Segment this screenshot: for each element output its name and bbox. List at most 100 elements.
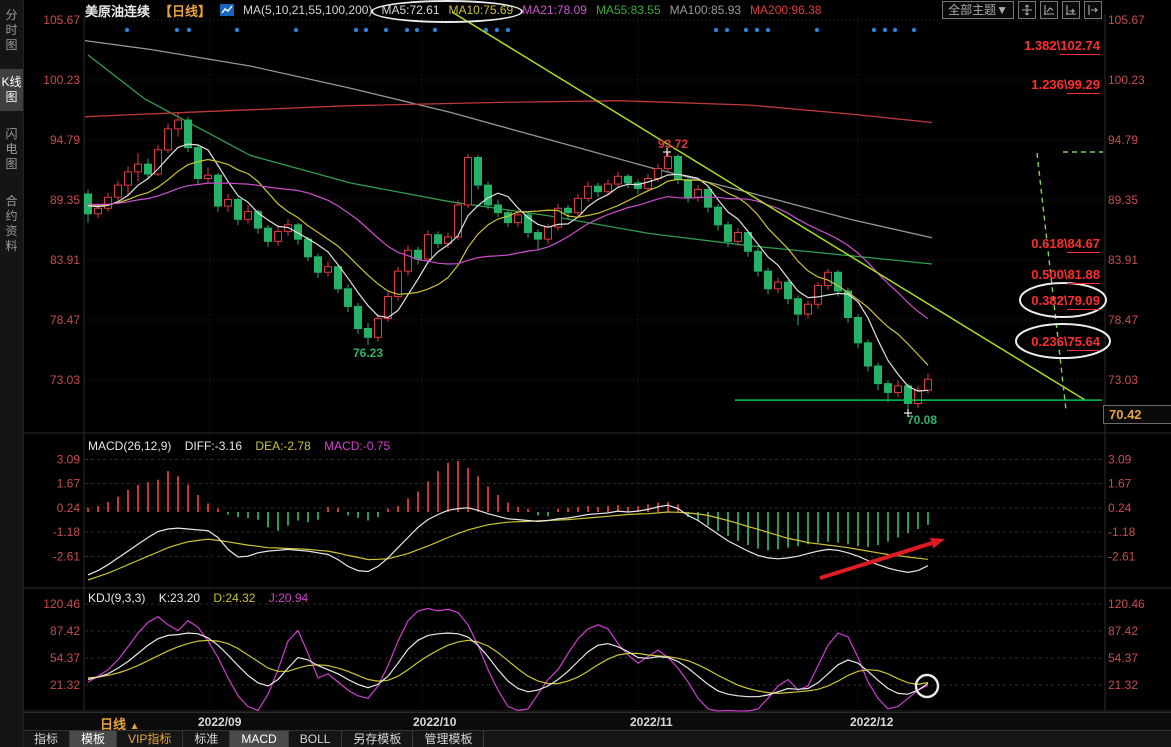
candle-body [585, 186, 592, 198]
x-tick-dec: 2022/12 [850, 715, 893, 729]
price-annotation: 93.72 [658, 137, 688, 151]
header-toolbar: 全部主题▼ [942, 1, 1102, 19]
candle-body [545, 227, 552, 239]
signal-dot [495, 28, 499, 32]
candle-body [705, 190, 712, 208]
candle-body [565, 208, 572, 212]
candle-body [915, 390, 922, 403]
signal-dot [893, 28, 897, 32]
tab-indicators[interactable]: 指标 [23, 731, 70, 747]
tab-templates[interactable]: 模板 [70, 731, 117, 747]
ma10-value: MA10:75.69 [449, 3, 514, 17]
kdj-axis-label-left: 120.46 [43, 597, 80, 611]
candle-body [375, 319, 382, 338]
candle-body [605, 184, 612, 192]
macd-axis-label-left: 0.24 [57, 501, 81, 515]
price-axis-label-left: 73.03 [50, 373, 80, 387]
candle-body [485, 185, 492, 205]
ma100-value: MA100:85.93 [670, 3, 741, 17]
theme-selector-button[interactable]: 全部主题▼ [942, 1, 1014, 19]
signal-dot [294, 28, 298, 32]
candle-body [205, 175, 212, 178]
fib-level-1382: 1.382\102.74 [1024, 38, 1100, 53]
x-tick-nov: 2022/11 [630, 715, 673, 729]
kdj-axis-label-left: 87.42 [50, 624, 80, 638]
signal-dot [364, 28, 368, 32]
fib-level-0382: 0.382\79.09 [1031, 293, 1100, 308]
tab-save-template[interactable]: 另存模板 [342, 731, 413, 747]
signal-dot [235, 28, 239, 32]
tab-boll[interactable]: BOLL [289, 731, 343, 747]
tab-macd[interactable]: MACD [230, 731, 288, 747]
sidebar-item-lightning-chart[interactable]: 闪电图 [0, 121, 23, 178]
candle-body [265, 228, 272, 241]
price-axis-label-left: 100.23 [43, 73, 80, 87]
candle-body [135, 164, 142, 172]
macd-axis-label-right: 0.24 [1108, 501, 1132, 515]
candle-body [805, 304, 812, 314]
price-axis-label-left: 83.91 [50, 253, 80, 267]
left-sidebar: 分时图 K线图 闪电图 合约资料 [0, 0, 24, 747]
tab-standard[interactable]: 标准 [183, 731, 230, 747]
candle-body [795, 299, 802, 314]
pan-right-icon[interactable] [1084, 1, 1102, 19]
candle-body [515, 215, 522, 223]
candle-body [755, 251, 762, 271]
kdj-panel-plot[interactable] [85, 592, 1105, 712]
candle-body [225, 199, 232, 206]
signal-dot [405, 28, 409, 32]
kdj-axis-label-right: 54.37 [1108, 651, 1138, 665]
candle-body [355, 306, 362, 328]
kdj-params[interactable]: KDJ(9,3,3) [88, 591, 145, 605]
last-price-tag: 70.42 [1103, 405, 1171, 424]
candle-body [775, 282, 782, 289]
price-annotation: 76.23 [353, 346, 383, 360]
macd-panel-header: MACD(26,12,9) DIFF:-3.16 DEA:-2.78 MACD:… [88, 439, 400, 453]
chart-canvas: 105.67105.67100.23100.2394.7994.7989.358… [0, 0, 1171, 747]
chart-type-icon[interactable] [220, 3, 234, 17]
candle-body [725, 225, 732, 242]
candle-body [345, 289, 352, 307]
candle-body [125, 172, 132, 185]
signal-dot [912, 28, 916, 32]
candle-body [245, 212, 252, 220]
signal-dot [506, 28, 510, 32]
price-axis-label-right: 94.79 [1108, 133, 1138, 147]
candle-body [765, 271, 772, 289]
move-icon[interactable] [1018, 1, 1036, 19]
ma200-value: MA200:96.38 [750, 3, 821, 17]
kdj-axis-label-right: 120.46 [1108, 597, 1145, 611]
kdj-axis-label-left: 54.37 [50, 651, 80, 665]
candle-body [865, 343, 872, 366]
candle-body [315, 257, 322, 272]
sidebar-item-contract-info[interactable]: 合约资料 [0, 188, 23, 260]
candle-body [715, 207, 722, 225]
candle-body [145, 164, 152, 174]
candle-body [505, 213, 512, 223]
candle-body [175, 120, 182, 129]
candle-body [855, 317, 862, 342]
ma-settings-label[interactable]: MA(5,10,21,55,100,200) [243, 3, 372, 17]
candle-body [365, 328, 372, 337]
macd-params[interactable]: MACD(26,12,9) [88, 439, 171, 453]
signal-dot [766, 28, 770, 32]
candle-body [695, 190, 702, 198]
candle-body [875, 366, 882, 384]
sidebar-item-timeshare-chart[interactable]: 分时图 [0, 2, 23, 59]
ma55-value: MA55:83.55 [596, 3, 661, 17]
kdj-axis-label-right: 87.42 [1108, 624, 1138, 638]
x-tick-oct: 2022/10 [413, 715, 456, 729]
candle-body [925, 379, 932, 390]
price-axis-label-right: 100.23 [1108, 73, 1145, 87]
axis-fit-icon[interactable] [1040, 1, 1058, 19]
period-tag[interactable]: 【日线】 [159, 1, 211, 20]
candle-body [165, 129, 172, 150]
axis-scale-icon[interactable] [1062, 1, 1080, 19]
tab-manage-template[interactable]: 管理模板 [413, 731, 484, 747]
kdj-axis-label-right: 21.32 [1108, 678, 1138, 692]
candle-body [575, 198, 582, 212]
sidebar-item-kline-chart[interactable]: K线图 [0, 69, 23, 111]
signal-dot [744, 28, 748, 32]
fib-level-0500: 0.500\81.88 [1031, 267, 1100, 282]
tab-vip-indicators[interactable]: VIP指标 [117, 731, 183, 747]
